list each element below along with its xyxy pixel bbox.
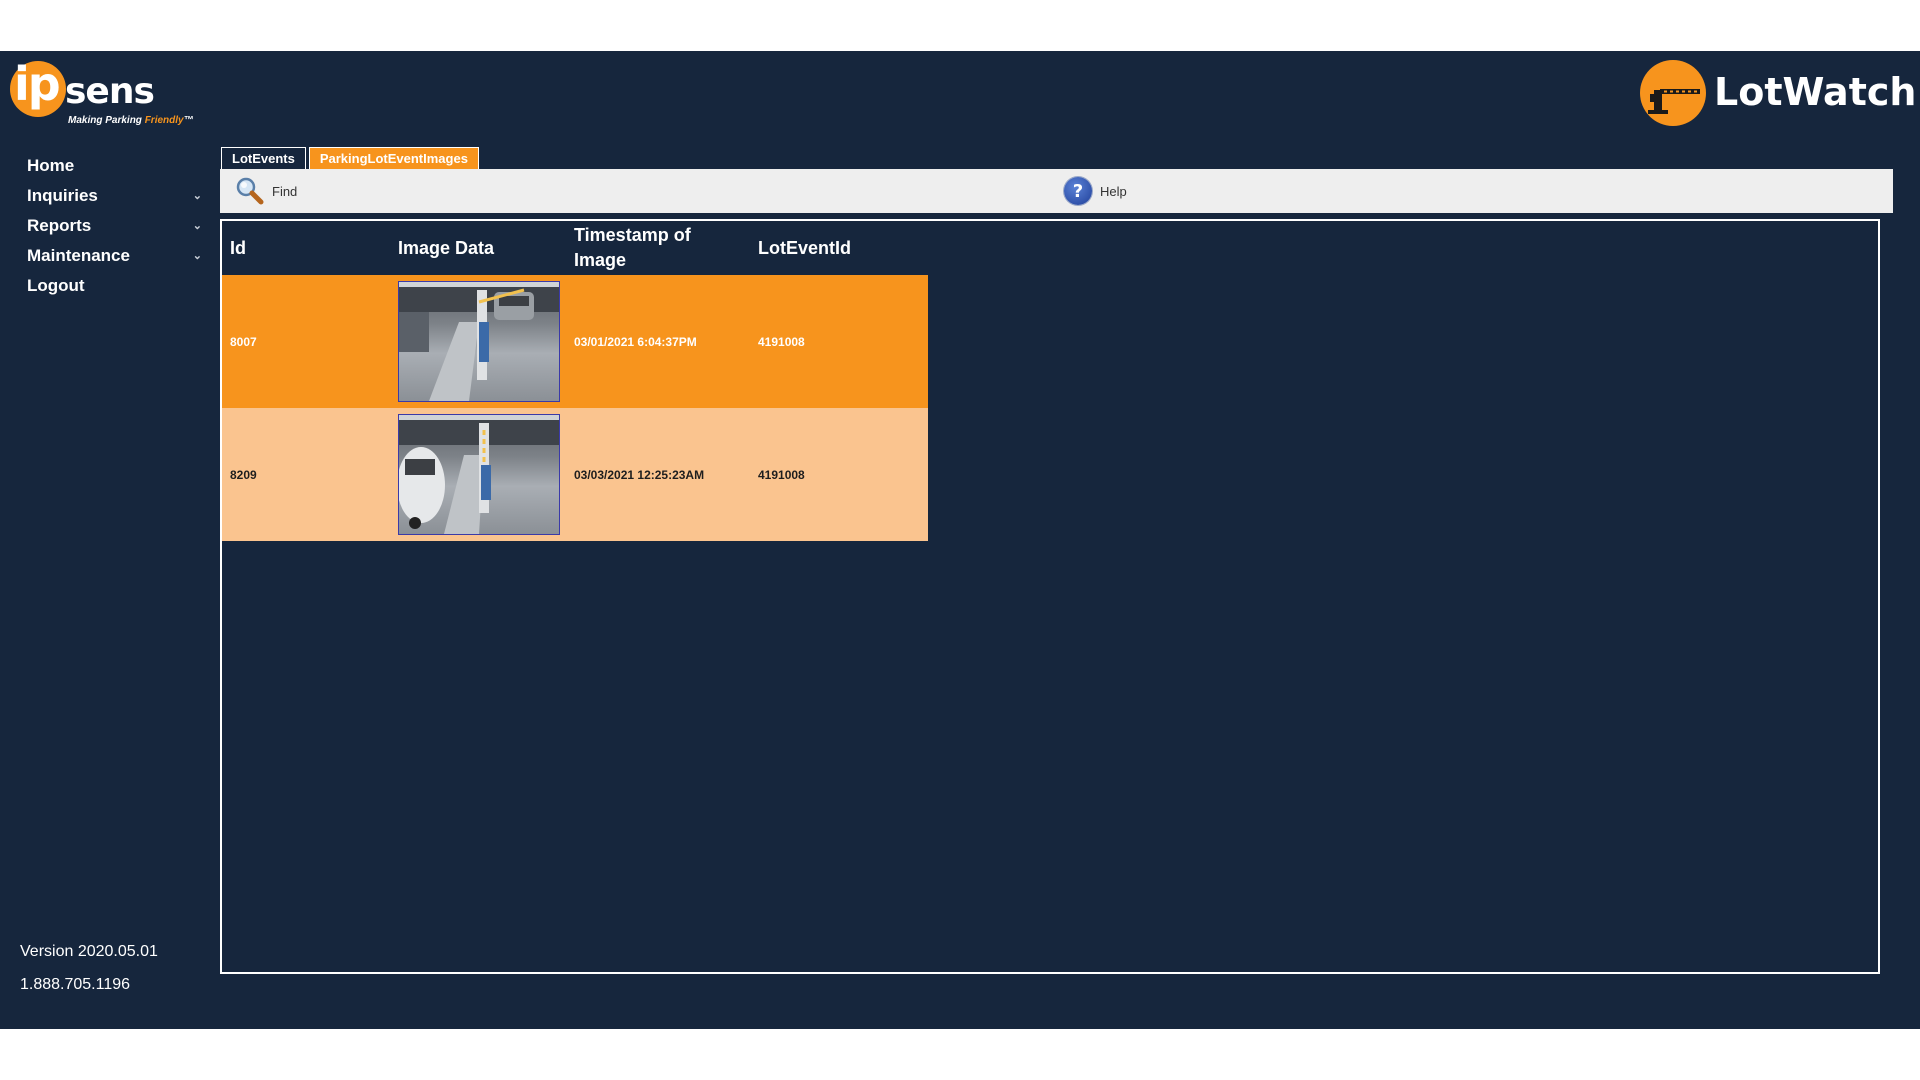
cell-loteventid: 4191008 — [758, 467, 805, 482]
ipsens-tagline: Making Parking Friendly™ — [68, 115, 194, 126]
ipsens-logo-sens: sens — [65, 71, 155, 112]
app-window: ip sens Making Parking Friendly™ LotWatc… — [0, 51, 1920, 1029]
gate-arm-icon — [1640, 60, 1706, 126]
nav-item-home[interactable]: Home — [27, 151, 202, 181]
question-circle-icon: ? — [1064, 177, 1092, 205]
nav-item-label: Maintenance — [27, 246, 130, 265]
column-header-loteventid[interactable]: LotEventId — [758, 221, 851, 275]
grid-header: Id Image Data Timestamp of Image LotEven… — [222, 221, 928, 275]
nav-item-logout[interactable]: Logout — [27, 271, 202, 301]
tab-parkinglotevent-images[interactable]: ParkingLotEventImages — [308, 147, 479, 169]
magnifier-icon — [234, 175, 264, 208]
phone-label: 1.888.705.1196 — [20, 976, 131, 993]
column-header-id[interactable]: Id — [230, 221, 246, 275]
nav-item-label: Home — [27, 156, 75, 175]
nav-item-maintenance[interactable]: Maintenance ⌄ — [27, 241, 202, 271]
help-button-label: Help — [1100, 183, 1127, 199]
tab-lotevents[interactable]: LotEvents — [221, 147, 306, 169]
cell-timestamp: 03/01/2021 6:04:37PM — [574, 334, 697, 349]
chevron-down-icon: ⌄ — [192, 250, 202, 262]
nav-item-label: Reports — [27, 216, 92, 235]
sidebar-nav: Home Inquiries ⌄ Reports ⌄ Maintenance ⌄ Lo… — [27, 151, 202, 301]
footer-info: Version 2020.05.01 1.888.705.1196 — [20, 941, 158, 1007]
column-header-image-data[interactable]: Image Data — [398, 221, 494, 275]
ipsens-logo: ip sens Making Parking Friendly™ — [8, 57, 198, 129]
table-row[interactable]: 8007 03/01/2021 6:04:37PM 4191008 — [222, 275, 928, 408]
lotwatch-logo-text: LotWatch — [1714, 70, 1917, 114]
cell-image-data — [398, 408, 560, 541]
cell-id: 8209 — [230, 467, 257, 482]
nav-item-label: Inquiries — [27, 186, 98, 205]
column-header-timestamp[interactable]: Timestamp of Image — [574, 221, 734, 275]
lotwatch-logo: LotWatch — [1640, 60, 1916, 128]
parking-camera-thumbnail[interactable] — [398, 414, 560, 535]
find-button-label: Find — [272, 183, 298, 199]
version-label: Version 2020.05.01 — [20, 943, 158, 960]
cell-id: 8007 — [230, 334, 257, 349]
images-grid: Id Image Data Timestamp of Image LotEven… — [220, 219, 1880, 974]
help-button[interactable]: ? Help — [1064, 176, 1127, 206]
nav-item-reports[interactable]: Reports ⌄ — [27, 211, 202, 241]
ipsens-logo-ip: ip — [14, 57, 61, 111]
chevron-down-icon: ⌄ — [192, 190, 202, 202]
find-button[interactable]: Find — [234, 176, 297, 206]
chevron-down-icon: ⌄ — [192, 220, 202, 232]
parking-camera-thumbnail[interactable] — [398, 281, 560, 402]
cell-image-data — [398, 275, 560, 408]
tab-bar: LotEvents ParkingLotEventImages — [221, 147, 479, 170]
toolbar: Find ? Help — [220, 169, 1893, 213]
cell-loteventid: 4191008 — [758, 334, 805, 349]
table-row[interactable]: 8209 03/03/2021 12:25:23AM 4191008 — [222, 408, 928, 541]
nav-item-label: Logout — [27, 276, 85, 295]
cell-timestamp: 03/03/2021 12:25:23AM — [574, 467, 705, 482]
nav-item-inquiries[interactable]: Inquiries ⌄ — [27, 181, 202, 211]
